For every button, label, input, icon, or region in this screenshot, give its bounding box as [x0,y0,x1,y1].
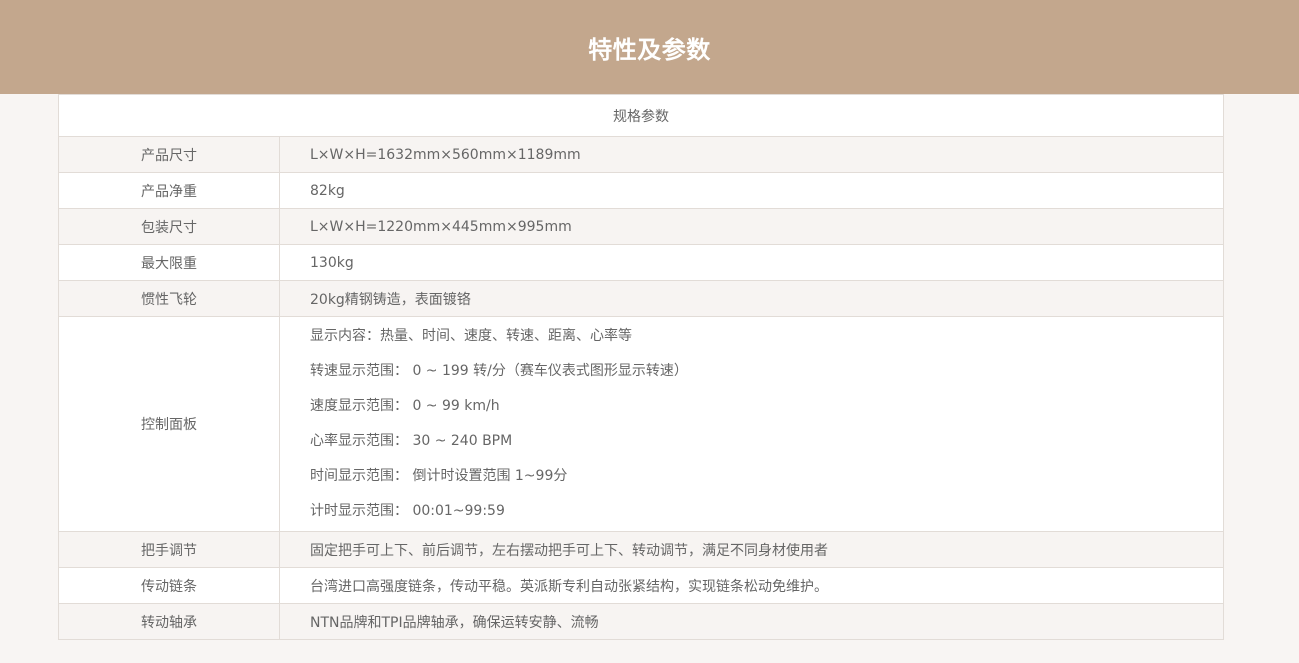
spec-table: 规格参数 产品尺寸 L×W×H=1632mm×560mm×1189mm 产品净重… [58,94,1224,640]
control-panel-line: 显示内容：热量、时间、速度、转速、距离、心率等 [310,328,632,344]
table-row: 最大限重 130kg [58,244,1224,281]
table-row: 把手调节 固定把手可上下、前后调节，左右摆动把手可上下、转动调节，满足不同身材使… [58,531,1224,568]
control-panel-line: 计时显示范围： 00:01~99:59 [310,503,505,519]
control-panel-line: 速度显示范围： 0 ~ 99 km/h [310,398,500,414]
table-row: 传动链条 台湾进口高强度链条，传动平稳。英派斯专利自动张紧结构，实现链条松动免维… [58,567,1224,604]
row-label: 传动链条 [58,567,280,604]
control-panel-line: 时间显示范围： 倒计时设置范围 1~99分 [310,468,568,484]
row-label: 产品净重 [58,172,280,209]
row-value: L×W×H=1220mm×445mm×995mm [279,208,1224,245]
page-header: 特性及参数 [0,0,1299,94]
row-label: 惯性飞轮 [58,280,280,317]
row-value: 固定把手可上下、前后调节，左右摆动把手可上下、转动调节，满足不同身材使用者 [279,531,1224,568]
table-row: 惯性飞轮 20kg精钢铸造，表面镀铬 [58,280,1224,317]
row-label: 产品尺寸 [58,136,280,173]
row-value: 台湾进口高强度链条，传动平稳。英派斯专利自动张紧结构，实现链条松动免维护。 [279,567,1224,604]
row-value: 130kg [279,244,1224,281]
control-panel-line: 转速显示范围： 0 ~ 199 转/分（赛车仪表式图形显示转速） [310,363,688,379]
spec-table-caption: 规格参数 [58,94,1224,137]
table-row: 产品尺寸 L×W×H=1632mm×560mm×1189mm [58,136,1224,173]
row-label: 最大限重 [58,244,280,281]
row-value-multiline: 显示内容：热量、时间、速度、转速、距离、心率等 转速显示范围： 0 ~ 199 … [279,316,1224,532]
control-panel-line: 心率显示范围： 30 ~ 240 BPM [310,433,513,449]
row-label: 转动轴承 [58,603,280,640]
spec-table-container: 规格参数 产品尺寸 L×W×H=1632mm×560mm×1189mm 产品净重… [58,94,1224,640]
table-row: 产品净重 82kg [58,172,1224,209]
row-value: L×W×H=1632mm×560mm×1189mm [279,136,1224,173]
row-value: 82kg [279,172,1224,209]
row-label: 把手调节 [58,531,280,568]
row-label: 包装尺寸 [58,208,280,245]
row-value: NTN品牌和TPI品牌轴承，确保运转安静、流畅 [279,603,1224,640]
row-label: 控制面板 [58,316,280,532]
row-value: 20kg精钢铸造，表面镀铬 [279,280,1224,317]
page-title: 特性及参数 [588,35,711,64]
table-row: 包装尺寸 L×W×H=1220mm×445mm×995mm [58,208,1224,245]
table-row: 转动轴承 NTN品牌和TPI品牌轴承，确保运转安静、流畅 [58,603,1224,640]
table-row-control-panel: 控制面板 显示内容：热量、时间、速度、转速、距离、心率等 转速显示范围： 0 ~… [58,316,1224,532]
